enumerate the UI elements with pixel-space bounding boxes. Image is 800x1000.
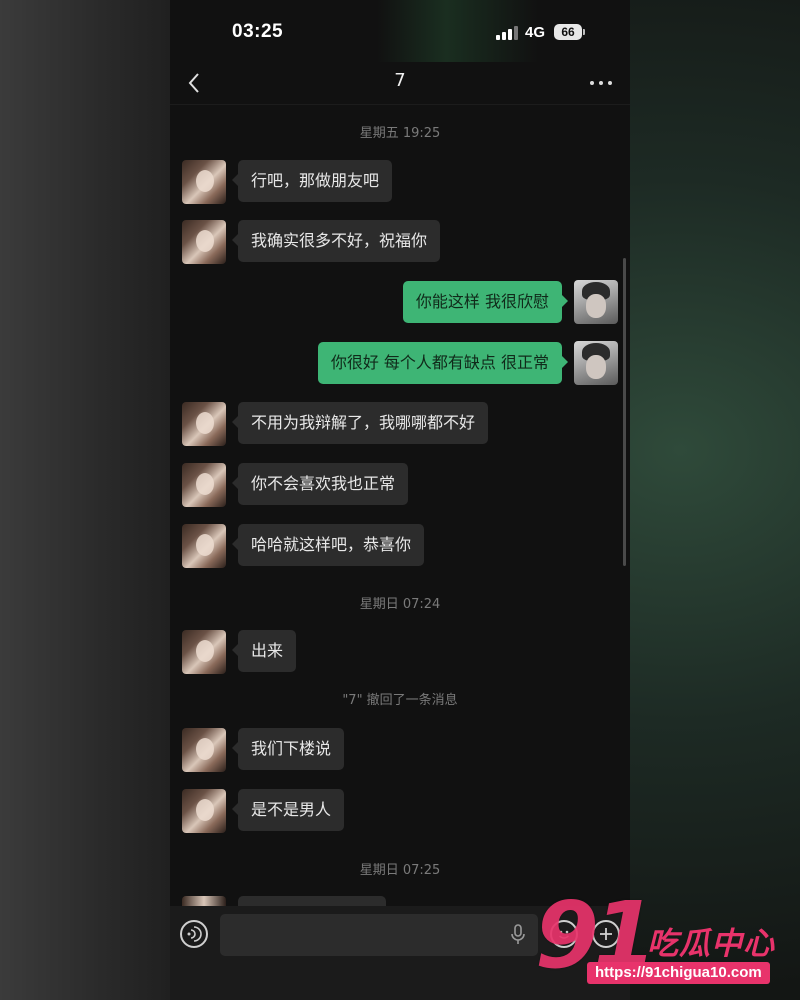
site-watermark: 91 吃瓜中心 https://91chigua10.com <box>535 882 800 998</box>
contact-avatar[interactable] <box>182 463 226 507</box>
battery-tip <box>583 29 585 35</box>
status-time: 03:25 <box>232 21 284 42</box>
watermark-url: https://91chigua10.com <box>587 962 770 984</box>
battery-icon: 66 <box>554 24 582 40</box>
background-left-panel <box>0 0 170 1000</box>
microphone-icon[interactable] <box>510 924 526 946</box>
message-bubble-incoming[interactable]: 不用为我辩解了，我哪哪都不好 <box>231 402 489 444</box>
message-bubble-outgoing[interactable]: 你很好 每个人都有缺点 很正常 <box>317 342 569 384</box>
contact-avatar[interactable] <box>182 789 226 833</box>
contact-avatar[interactable] <box>182 524 226 568</box>
user-avatar[interactable] <box>574 280 618 324</box>
recall-notice: "7" 撤回了一条消息 <box>342 693 458 708</box>
timestamp-label: 星期五 19:25 <box>359 126 441 141</box>
contact-avatar[interactable] <box>182 220 226 264</box>
watermark-text: 吃瓜中心 <box>647 926 775 962</box>
voice-button[interactable] <box>180 920 208 948</box>
message-bubble-incoming[interactable]: 行吧，那做朋友吧 <box>231 160 393 202</box>
message-bubble-incoming[interactable]: 我确实很多不好，祝福你 <box>231 220 441 262</box>
scrollbar[interactable] <box>623 258 626 566</box>
chat-title: 7 <box>394 70 406 91</box>
message-bubble-incoming[interactable]: 你不会喜欢我也正常 <box>231 463 409 505</box>
voice-icon <box>187 926 202 942</box>
message-bubble-incoming[interactable]: 哈哈就这样吧，恭喜你 <box>231 524 425 566</box>
phone-screen: 03:25 4G 66 7 星期五 19:25 行吧，那做朋友吧 我确实很多不好… <box>170 0 630 1000</box>
timestamp-label: 星期日 07:24 <box>359 597 441 612</box>
network-type: 4G <box>525 24 546 41</box>
contact-avatar[interactable] <box>182 630 226 674</box>
more-button[interactable] <box>588 70 614 96</box>
contact-avatar[interactable] <box>182 402 226 446</box>
message-bubble-outgoing[interactable]: 你能这样 我很欣慰 <box>402 281 569 323</box>
message-bubble-incoming[interactable]: 出来 <box>231 630 297 672</box>
signal-icon <box>496 26 518 40</box>
contact-avatar-partial <box>182 896 226 906</box>
contact-avatar[interactable] <box>182 728 226 772</box>
message-bubble-partial <box>238 896 386 906</box>
status-bar: 03:25 4G 66 <box>170 0 630 62</box>
user-avatar[interactable] <box>574 341 618 385</box>
contact-avatar[interactable] <box>182 160 226 204</box>
message-bubble-incoming[interactable]: 我们下楼说 <box>231 728 345 770</box>
chat-header: 7 <box>170 62 630 105</box>
timestamp-label: 星期日 07:25 <box>359 863 441 878</box>
message-input[interactable] <box>220 914 538 956</box>
message-bubble-incoming[interactable]: 是不是男人 <box>231 789 345 831</box>
